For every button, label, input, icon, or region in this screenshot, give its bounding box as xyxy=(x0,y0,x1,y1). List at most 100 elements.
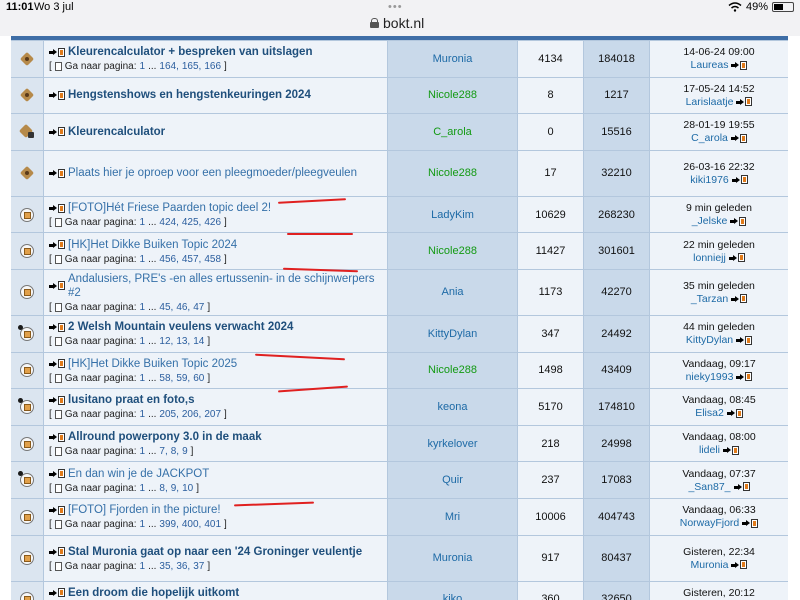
topic-title-link[interactable]: [HK]Het Dikke Buiken Topic 2024 xyxy=(49,238,237,252)
last-post-user[interactable]: Elisa2 xyxy=(695,407,743,419)
page-link[interactable]: 12, xyxy=(159,336,173,347)
new-post-arrow-icon[interactable] xyxy=(49,359,65,369)
topic-title-link[interactable]: Kleurencalculator xyxy=(49,125,165,139)
topic-title-link[interactable]: [FOTO]Hét Friese Paarden topic deel 2! xyxy=(49,201,271,215)
page-link[interactable]: 165, xyxy=(182,61,201,72)
topic-title-link[interactable]: lusitano praat en foto,s xyxy=(49,393,195,407)
author-link[interactable]: LadyKim xyxy=(431,209,474,221)
page-link[interactable]: 35, xyxy=(159,561,173,572)
page-link[interactable]: 1 xyxy=(140,336,146,347)
page-link[interactable]: 47 xyxy=(193,302,204,313)
topic-title-link[interactable]: Plaats hier je oproep voor een pleegmoed… xyxy=(49,166,357,180)
page-link[interactable]: 45, xyxy=(159,302,173,313)
page-link[interactable]: 10 xyxy=(182,483,193,494)
page-link[interactable]: 8, xyxy=(159,483,167,494)
table-row[interactable]: Plaats hier je oproep voor een pleegmoed… xyxy=(11,149,788,196)
author-link[interactable]: keona xyxy=(438,401,468,413)
multitasking-dots-icon[interactable]: ••• xyxy=(388,1,403,13)
new-post-arrow-icon[interactable] xyxy=(49,127,65,137)
last-post-user[interactable]: Laureas xyxy=(691,59,748,71)
url-bar[interactable]: bokt.nl xyxy=(370,15,424,31)
page-link[interactable]: 425, xyxy=(182,217,201,228)
new-post-arrow-icon[interactable] xyxy=(723,445,739,455)
new-post-arrow-icon[interactable] xyxy=(49,322,65,332)
topic-title-link[interactable]: En dan win je de JACKPOT xyxy=(49,467,209,481)
page-link[interactable]: 1 xyxy=(140,373,146,384)
last-post-user[interactable]: NorwayFjord xyxy=(680,517,759,529)
last-post-user[interactable]: Muronia xyxy=(691,559,748,571)
last-post-user[interactable]: C_arola xyxy=(691,132,747,144)
topic-title-link[interactable]: [HK]Het Dikke Buiken Topic 2025 xyxy=(49,357,237,371)
page-link[interactable]: 1 xyxy=(140,561,146,572)
page-link[interactable]: 1 xyxy=(140,61,146,72)
last-post-user-name[interactable]: Laureas xyxy=(691,59,729,71)
new-post-arrow-icon[interactable] xyxy=(49,469,65,479)
page-link[interactable]: 456, xyxy=(159,254,178,265)
new-post-arrow-icon[interactable] xyxy=(730,133,747,143)
page-link[interactable]: 424, xyxy=(159,217,178,228)
last-post-user[interactable]: nieky1993 xyxy=(686,371,753,383)
last-post-user-name[interactable]: Elisa2 xyxy=(695,407,724,419)
last-post-user[interactable]: _Tarzan xyxy=(691,293,748,305)
page-link[interactable]: 14 xyxy=(193,336,204,347)
page-link[interactable]: 58, xyxy=(159,373,173,384)
page-link[interactable]: 1 xyxy=(140,446,146,457)
page-link[interactable]: 207 xyxy=(204,409,221,420)
page-link[interactable]: 164, xyxy=(159,61,178,72)
page-link[interactable]: 458 xyxy=(204,254,221,265)
topic-title-link[interactable]: [FOTO] Fjorden in the picture! xyxy=(49,503,221,517)
page-link[interactable]: 36, xyxy=(176,561,190,572)
author-link[interactable]: Muronia xyxy=(433,53,473,65)
page-link[interactable]: 59, xyxy=(176,373,190,384)
last-post-user-name[interactable]: Larislaatje xyxy=(686,96,734,108)
page-link[interactable]: 7, xyxy=(159,446,167,457)
table-row[interactable]: lusitano praat en foto,s [Ga naar pagina:… xyxy=(11,388,788,425)
author-link[interactable]: Nicole288 xyxy=(428,364,477,376)
last-post-user-name[interactable]: C_arola xyxy=(691,132,728,144)
last-post-user[interactable]: lideli xyxy=(699,444,739,456)
new-post-arrow-icon[interactable] xyxy=(49,90,65,100)
new-post-arrow-icon[interactable] xyxy=(731,175,748,185)
topic-title-link[interactable]: Kleurencalculator + bespreken van uitsla… xyxy=(49,45,312,59)
last-post-user-name[interactable]: NorwayFjord xyxy=(680,517,740,529)
author-link[interactable]: C_arola xyxy=(433,126,472,138)
new-post-arrow-icon[interactable] xyxy=(730,216,747,226)
page-link[interactable]: 9, xyxy=(171,483,179,494)
new-post-arrow-icon[interactable] xyxy=(49,240,65,250)
page-link[interactable]: 399, xyxy=(159,519,178,530)
page-link[interactable]: 1 xyxy=(140,217,146,228)
new-post-arrow-icon[interactable] xyxy=(49,588,65,598)
new-post-arrow-icon[interactable] xyxy=(731,60,748,70)
author-link[interactable]: Nicole288 xyxy=(428,167,477,179)
new-post-arrow-icon[interactable] xyxy=(733,482,750,492)
page-link[interactable]: 8, xyxy=(171,446,179,457)
last-post-user-name[interactable]: lideli xyxy=(699,444,720,456)
author-link[interactable]: Quir xyxy=(442,474,463,486)
topic-title-link[interactable]: Stal Muronia gaat op naar een '24 Gronin… xyxy=(49,545,362,559)
author-link[interactable]: kyrkelover xyxy=(427,438,477,450)
author-link[interactable]: KittyDylan xyxy=(428,328,478,340)
new-post-arrow-icon[interactable] xyxy=(49,432,65,442)
page-link[interactable]: 9 xyxy=(182,446,188,457)
new-post-arrow-icon[interactable] xyxy=(49,505,65,515)
page-link[interactable]: 1 xyxy=(140,483,146,494)
last-post-user[interactable]: KittyDylan xyxy=(686,334,753,346)
new-post-arrow-icon[interactable] xyxy=(49,281,65,291)
page-link[interactable]: 166 xyxy=(204,61,221,72)
table-row[interactable]: [HK]Het Dikke Buiken Topic 2024 [Ga naar … xyxy=(11,232,788,269)
table-row[interactable]: Kleurencalculator + bespreken van uitsla… xyxy=(11,40,788,77)
last-post-user[interactable]: lonniejj xyxy=(693,252,745,264)
topic-title-link[interactable]: Allround powerpony 3.0 in de maak xyxy=(49,430,262,444)
author-link[interactable]: Mri xyxy=(445,511,460,523)
new-post-arrow-icon[interactable] xyxy=(49,47,65,57)
new-post-arrow-icon[interactable] xyxy=(49,168,65,178)
page-link[interactable]: 205, xyxy=(159,409,178,420)
last-post-user-name[interactable]: _Jelske xyxy=(692,215,728,227)
topic-title-link[interactable]: Een droom die hopelijk uitkomt xyxy=(49,586,239,600)
table-row[interactable]: 2 Welsh Mountain veulens verwacht 2024 [G… xyxy=(11,314,788,352)
table-row[interactable]: Kleurencalculator C_arola 0 15516 28-01-19 1… xyxy=(11,113,788,150)
new-post-arrow-icon[interactable] xyxy=(49,395,65,405)
table-row[interactable]: Stal Muronia gaat op naar een '24 Gronin… xyxy=(11,534,788,581)
page-link[interactable]: 457, xyxy=(182,254,201,265)
last-post-user-name[interactable]: _Tarzan xyxy=(691,293,728,305)
